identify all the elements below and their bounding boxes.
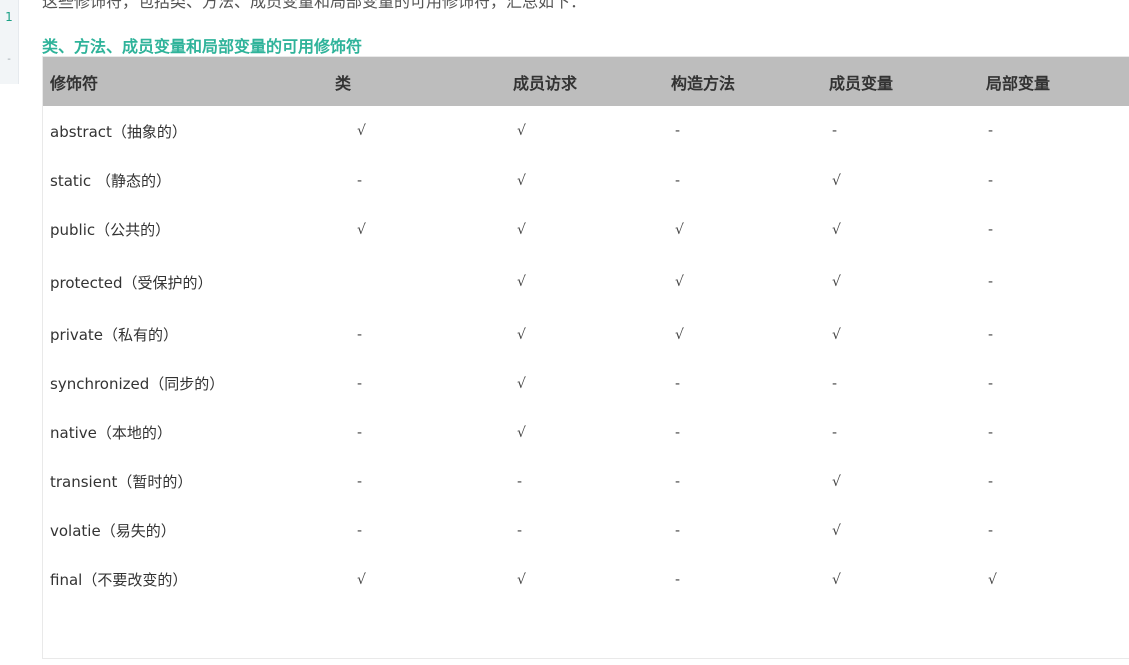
- table-row: protected（受保护的） √ √ √ -: [43, 254, 1129, 310]
- cell-mark: √: [832, 172, 841, 189]
- intro-paragraph: 这些修饰符，包括类、方法、成员变量和局部变量的可用修饰符，汇总如下：: [42, 0, 587, 11]
- cell-mark: √: [517, 375, 526, 392]
- cell-mark: -: [988, 375, 994, 392]
- cell-mark: √: [357, 123, 366, 139]
- cell-mark: -: [832, 375, 838, 392]
- table-row: private（私有的） - √ √ √ -: [43, 310, 1129, 359]
- cell-mark: -: [517, 522, 523, 539]
- cell-mark: -: [357, 522, 363, 539]
- cell-modifier: native（本地的）: [50, 424, 172, 442]
- cell-modifier: volatie（易失的）: [50, 522, 176, 540]
- side-toolbar-count[interactable]: 1: [0, 10, 18, 24]
- cell-modifier: public（公共的）: [50, 221, 171, 239]
- cell-modifier: private（私有的）: [50, 326, 179, 344]
- cell-mark: √: [832, 326, 841, 343]
- cell-mark: -: [832, 123, 838, 139]
- cell-mark: √: [517, 221, 526, 238]
- cell-mark: √: [517, 274, 526, 290]
- table-row: native（本地的） - √ - - -: [43, 408, 1129, 457]
- cell-mark: -: [988, 522, 994, 539]
- table-row: public（公共的） √ √ √ √ -: [43, 205, 1129, 254]
- side-toolbar-chevron-icon[interactable]: -: [0, 54, 18, 65]
- header-member-method: 成员访求: [495, 57, 655, 106]
- cell-mark: √: [517, 172, 526, 189]
- cell-mark: √: [832, 274, 841, 290]
- cell-mark: √: [675, 326, 684, 343]
- cell-mark: -: [675, 424, 681, 441]
- cell-mark: [335, 254, 495, 310]
- table-header-row: 修饰符 类 成员访求 构造方法 成员变量 局部变量: [43, 57, 1129, 106]
- cell-mark: √: [517, 424, 526, 441]
- table-row: volatie（易失的） - - - √ -: [43, 506, 1129, 555]
- cell-mark: √: [832, 221, 841, 238]
- table-row: synchronized（同步的） - √ - - -: [43, 359, 1129, 408]
- side-toolbar[interactable]: 1 -: [0, 0, 19, 84]
- cell-modifier: abstract（抽象的）: [50, 122, 187, 141]
- header-local-variable: 局部变量: [973, 57, 1129, 106]
- cell-modifier: protected（受保护的）: [50, 273, 213, 292]
- cell-mark: -: [988, 424, 994, 441]
- cell-mark: -: [988, 274, 994, 290]
- cell-mark: -: [675, 123, 681, 139]
- cell-mark: √: [675, 221, 684, 238]
- cell-mark: √: [832, 571, 841, 588]
- cell-mark: √: [357, 571, 366, 588]
- cell-mark: √: [517, 571, 526, 588]
- cell-mark: -: [988, 221, 994, 238]
- table-row: abstract（抽象的） √ √ - - -: [43, 106, 1129, 156]
- cell-modifier: synchronized（同步的）: [50, 375, 225, 393]
- cell-mark: -: [988, 326, 994, 343]
- modifier-table-container: 修饰符 类 成员访求 构造方法 成员变量 局部变量 abstract（抽象的） …: [42, 56, 1129, 659]
- cell-mark: -: [988, 473, 994, 490]
- table-row: static （静态的） - √ - √ -: [43, 156, 1129, 205]
- cell-mark: -: [357, 326, 363, 343]
- table-row: transient（暂时的） - - - √ -: [43, 457, 1129, 506]
- header-class: 类: [335, 57, 495, 106]
- header-modifier: 修饰符: [43, 57, 335, 106]
- cell-mark: -: [675, 571, 681, 588]
- cell-mark: -: [675, 172, 681, 189]
- cell-mark: √: [517, 326, 526, 343]
- cell-mark: -: [988, 172, 994, 189]
- table-row: final（不要改变的） √ √ - √ √: [43, 555, 1129, 604]
- cell-mark: -: [517, 473, 523, 490]
- cell-mark: √: [832, 522, 841, 539]
- cell-mark: √: [517, 123, 526, 139]
- article-page: 1 - 这些修饰符，包括类、方法、成员变量和局部变量的可用修饰符，汇总如下： 类…: [0, 0, 1129, 665]
- cell-mark: -: [357, 375, 363, 392]
- modifier-table: 修饰符 类 成员访求 构造方法 成员变量 局部变量 abstract（抽象的） …: [43, 57, 1129, 604]
- cell-mark: -: [675, 375, 681, 392]
- cell-mark: √: [832, 473, 841, 490]
- cell-mark: √: [357, 221, 366, 238]
- header-constructor: 构造方法: [655, 57, 815, 106]
- cell-modifier: transient（暂时的）: [50, 473, 193, 491]
- cell-mark: -: [832, 424, 838, 441]
- cell-mark: √: [988, 571, 997, 588]
- cell-mark: -: [357, 172, 363, 189]
- cell-mark: -: [675, 522, 681, 539]
- section-title: 类、方法、成员变量和局部变量的可用修饰符: [42, 37, 363, 56]
- cell-mark: -: [357, 424, 363, 441]
- cell-modifier: final（不要改变的）: [50, 571, 188, 589]
- cell-mark: -: [675, 473, 681, 490]
- header-member-variable: 成员变量: [815, 57, 973, 106]
- cell-mark: √: [675, 274, 684, 290]
- cell-mark: -: [988, 123, 994, 139]
- cell-mark: -: [357, 473, 363, 490]
- cell-modifier: static （静态的）: [50, 172, 171, 190]
